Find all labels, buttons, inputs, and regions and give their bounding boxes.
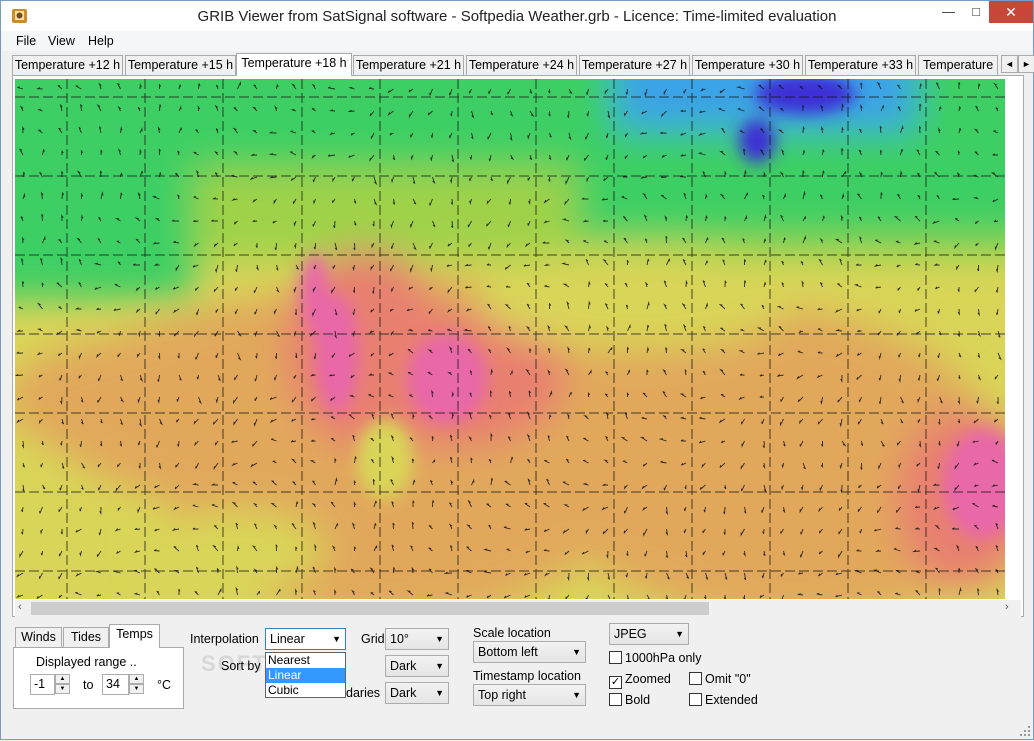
map-horizontal-scrollbar[interactable]: ‹ › [15,600,1021,617]
tab-temperature-partial[interactable]: Temperature [918,55,998,75]
stepper-down-icon[interactable]: ▼ [129,684,144,694]
tab-temperature-18h[interactable]: Temperature +18 h [236,53,352,76]
menu-view[interactable]: View [48,34,75,48]
resize-grip-icon[interactable] [1019,725,1031,737]
bold-checkbox[interactable]: Bold [609,693,650,707]
extended-checkbox[interactable]: Extended [689,693,758,707]
zoomed-checkbox[interactable]: ✓ Zoomed [609,672,671,689]
chevron-down-icon: ▼ [675,629,684,639]
temperature-map-image [15,79,1005,599]
map-panel: ‹ › [12,75,1024,617]
tab-temperature-21h[interactable]: Temperature +21 h [353,55,464,75]
unit-label: °C [157,678,172,692]
option-nearest[interactable]: Nearest [266,653,345,668]
timestamp-location-label: Timestamp location [473,669,581,683]
checkmark-icon[interactable]: ✓ [609,676,622,689]
range-from-stepper[interactable]: ▲ ▼ [55,674,70,695]
range-to-stepper[interactable]: ▲ ▼ [129,674,144,695]
checkbox-box[interactable] [689,693,702,706]
stepper-up-icon[interactable]: ▲ [129,674,144,684]
menu-help[interactable]: Help [88,34,114,48]
window-title: GRIB Viewer from SatSignal software - So… [197,8,837,25]
chevron-down-icon: ▼ [435,661,444,671]
menu-file[interactable]: File [16,34,36,48]
grid-select[interactable]: 10° ▼ [385,628,449,650]
format-select[interactable]: JPEG ▼ [609,623,689,645]
boundaries-value: Dark [390,686,417,700]
chevron-down-icon: ▼ [332,634,341,644]
sort-color-select[interactable]: Dark ▼ [385,655,449,677]
checkbox-box[interactable] [609,693,622,706]
menu-bar: File View Help [2,31,1032,51]
scroll-left-icon[interactable]: ‹ [18,601,22,613]
checkbox-box[interactable] [609,651,622,664]
chevron-down-icon: ▼ [435,634,444,644]
tab-temperature-24h[interactable]: Temperature +24 h [466,55,577,75]
hpa-only-label: 1000hPa only [625,651,702,665]
zoomed-label: Zoomed [625,672,671,686]
close-button[interactable]: ✕ [989,1,1033,23]
chevron-down-icon: ▼ [572,647,581,657]
temps-panel: Displayed range .. -1 ▲ ▼ to 34 ▲ ▼ °C [13,647,184,709]
interpolation-label: Interpolation [190,632,259,646]
scale-location-value: Bottom left [478,645,538,659]
checkbox-box[interactable] [689,672,702,685]
tab-temperature-12h[interactable]: Temperature +12 h [12,55,123,75]
chevron-down-icon: ▼ [572,690,581,700]
extended-label: Extended [705,693,758,707]
minimize-button[interactable]: — [934,1,963,23]
tab-scroll-buttons: ◄ ► [1001,55,1034,73]
option-linear[interactable]: Linear [266,668,345,683]
grid-label: Grid [361,632,385,646]
omit-zero-checkbox[interactable]: Omit "0" [689,672,751,686]
hpa-only-checkbox[interactable]: 1000hPa only [609,651,701,665]
tab-temperature-33h[interactable]: Temperature +33 h [805,55,916,75]
omit-zero-label: Omit "0" [705,672,751,686]
range-to-label: to [83,678,94,692]
bold-label: Bold [625,693,651,707]
tab-temperature-30h[interactable]: Temperature +30 h [692,55,803,75]
range-to-input[interactable]: 34 [102,674,129,695]
stepper-down-icon[interactable]: ▼ [55,684,70,694]
tab-temperature-27h[interactable]: Temperature +27 h [579,55,690,75]
option-cubic[interactable]: Cubic [266,683,345,698]
main-window: GRIB Viewer from SatSignal software - So… [0,0,1034,740]
title-bar[interactable]: GRIB Viewer from SatSignal software - So… [1,1,1033,31]
interpolation-value: Linear [270,632,305,646]
scale-location-label: Scale location [473,626,551,640]
boundaries-select[interactable]: Dark ▼ [385,682,449,704]
chevron-down-icon: ▼ [435,688,444,698]
options-panel: Winds Tides Temps Displayed range .. -1 … [1,619,1034,741]
displayed-range-label: Displayed range .. [36,655,137,669]
interpolation-dropdown-list: Nearest Linear Cubic [265,652,346,698]
scale-location-select[interactable]: Bottom left ▼ [473,641,586,663]
range-from-input[interactable]: -1 [30,674,55,695]
grid-value: 10° [390,632,409,646]
tab-scroll-left-icon[interactable]: ◄ [1001,55,1018,73]
tab-winds[interactable]: Winds [15,627,62,647]
format-value: JPEG [614,627,647,641]
timestamp-location-value: Top right [478,688,526,702]
maximize-button[interactable]: □ [963,1,989,23]
tab-temps[interactable]: Temps [109,624,160,648]
tab-temperature-15h[interactable]: Temperature +15 h [125,55,236,75]
interpolation-select[interactable]: Linear ▼ [265,628,346,650]
boundaries-label: daries [346,686,381,700]
sort-color-value: Dark [390,659,417,673]
temperature-map[interactable] [15,79,1005,599]
timestamp-location-select[interactable]: Top right ▼ [473,684,586,706]
tab-scroll-right-icon[interactable]: ► [1018,55,1034,73]
scrollbar-thumb[interactable] [31,602,709,615]
tab-tides[interactable]: Tides [63,627,109,647]
scroll-right-icon[interactable]: › [1005,601,1009,613]
stepper-up-icon[interactable]: ▲ [55,674,70,684]
forecast-tab-strip: Temperature +12 h Temperature +15 h Temp… [12,53,1034,76]
